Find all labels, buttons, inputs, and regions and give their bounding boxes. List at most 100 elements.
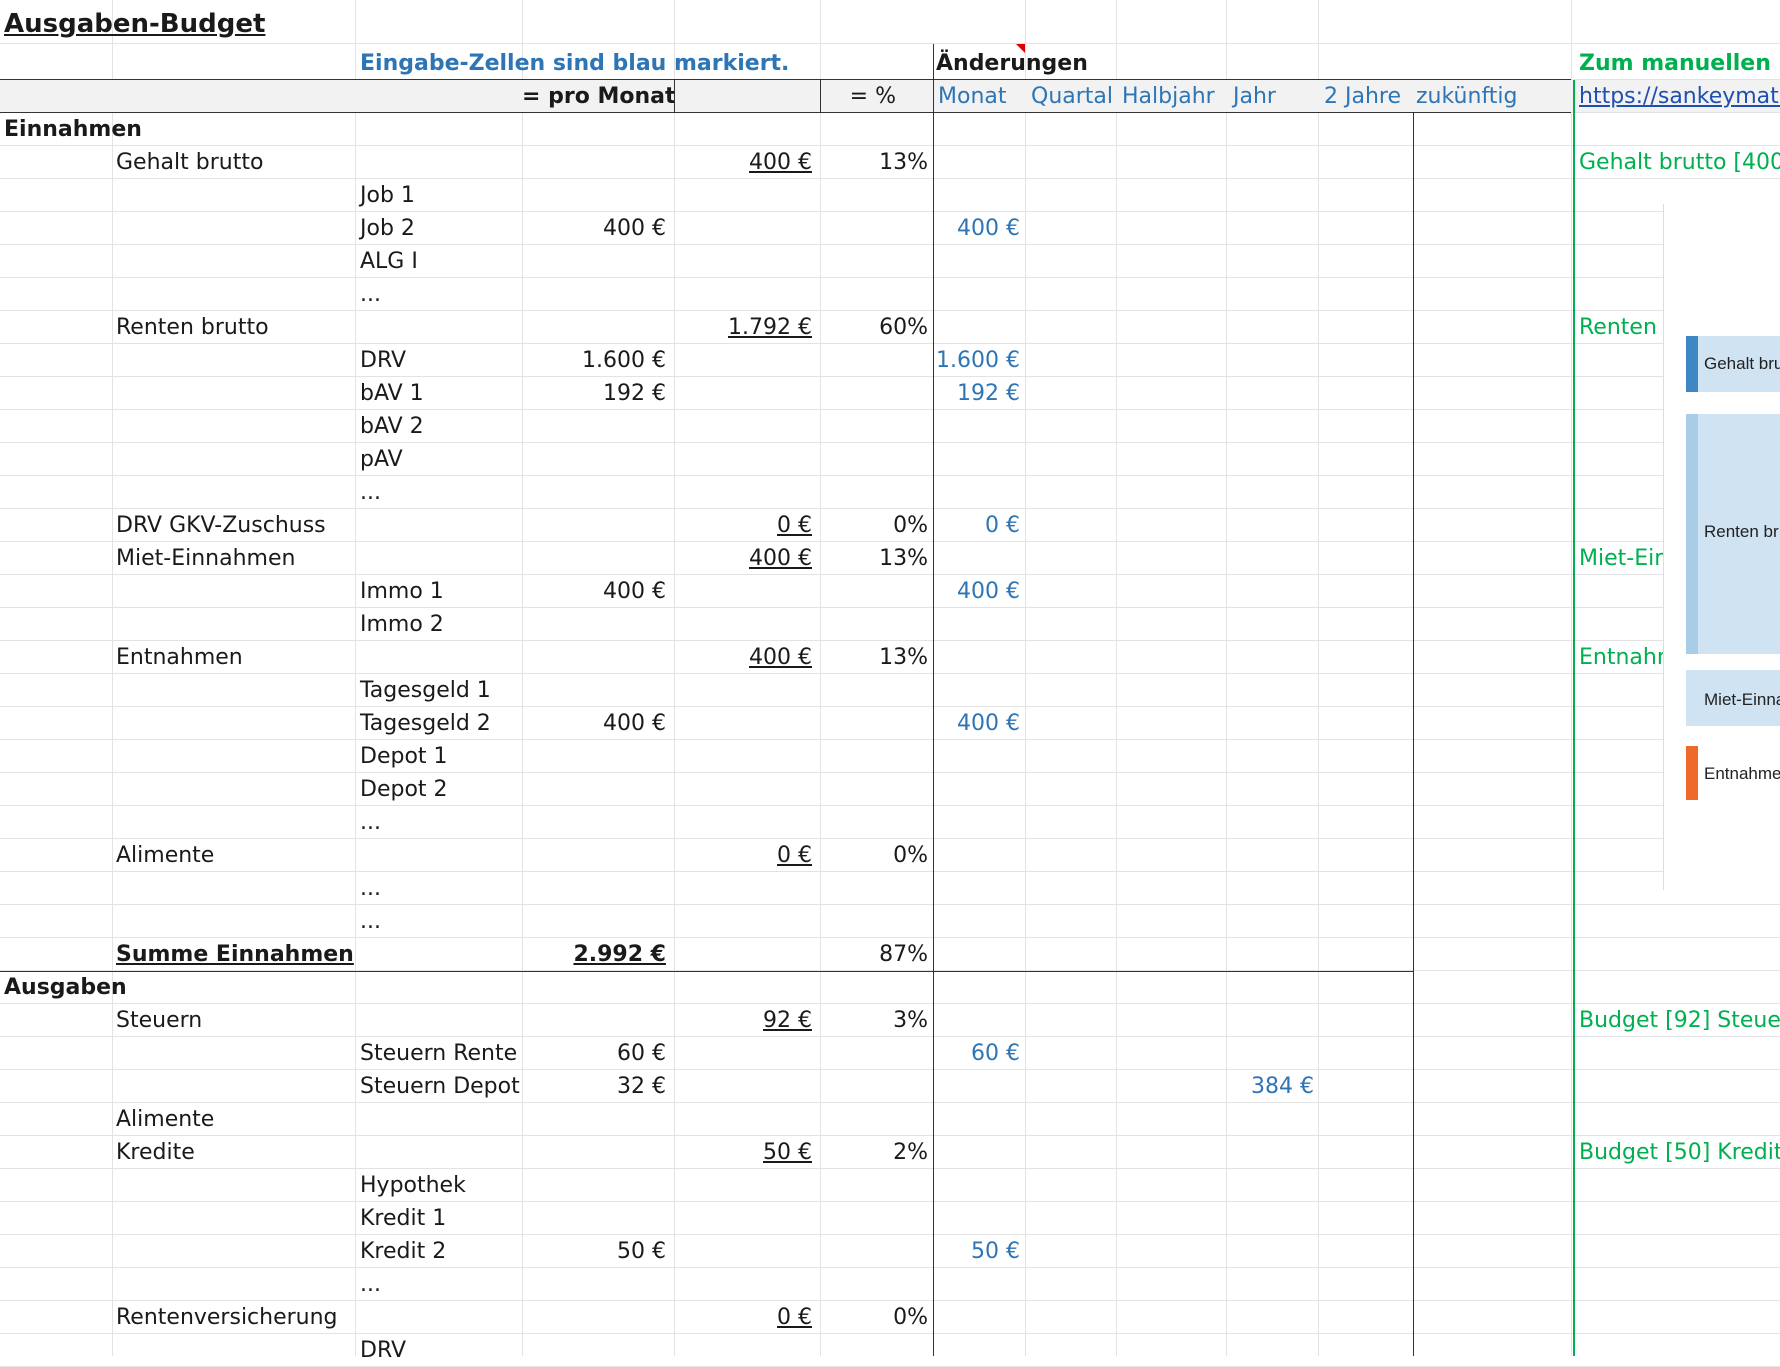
section-label-cell[interactable]: Einnahmen	[4, 113, 142, 145]
monthly-amount-cell[interactable]	[522, 674, 666, 706]
change-year-cell[interactable]	[1226, 179, 1314, 211]
category-cell[interactable]: Kredite	[116, 1136, 195, 1168]
change-month-cell[interactable]	[936, 1202, 1020, 1234]
group-total-cell[interactable]	[674, 608, 812, 640]
group-total-cell[interactable]	[674, 938, 812, 970]
item-cell[interactable]: Kredit 2	[360, 1235, 446, 1267]
change-year-cell[interactable]	[1226, 311, 1314, 343]
group-total-cell[interactable]	[674, 806, 812, 838]
monthly-amount-cell[interactable]	[522, 1202, 666, 1234]
change-month-cell[interactable]	[936, 1268, 1020, 1300]
item-cell[interactable]: Steuern Depot	[360, 1070, 520, 1102]
change-month-cell[interactable]	[936, 1334, 1020, 1366]
percent-cell[interactable]	[820, 476, 928, 508]
group-total-cell[interactable]	[674, 1169, 812, 1201]
change-month-cell[interactable]	[936, 608, 1020, 640]
monthly-amount-cell[interactable]	[522, 179, 666, 211]
monthly-amount-cell[interactable]	[522, 1136, 666, 1168]
item-cell[interactable]: Tagesgeld 2	[360, 707, 491, 739]
change-year-cell[interactable]	[1226, 1169, 1314, 1201]
monthly-amount-cell[interactable]	[522, 509, 666, 541]
monthly-amount-cell[interactable]	[522, 1268, 666, 1300]
group-total-cell[interactable]	[674, 872, 812, 904]
group-total-cell[interactable]	[674, 1103, 812, 1135]
item-cell[interactable]: DRV	[360, 1334, 406, 1366]
category-cell[interactable]: DRV GKV-Zuschuss	[116, 509, 326, 541]
category-cell[interactable]: Summe Einnahmen	[116, 938, 354, 970]
change-year-cell[interactable]	[1226, 905, 1314, 937]
percent-cell[interactable]: 2%	[820, 1136, 928, 1168]
change-month-cell[interactable]	[936, 905, 1020, 937]
percent-cell[interactable]: 0%	[820, 839, 928, 871]
percent-cell[interactable]: 0%	[820, 509, 928, 541]
group-total-cell[interactable]: 0 €	[674, 1301, 812, 1333]
monthly-amount-cell[interactable]	[522, 410, 666, 442]
change-month-cell[interactable]	[936, 1169, 1020, 1201]
monthly-amount-cell[interactable]	[522, 245, 666, 277]
group-total-cell[interactable]	[674, 1334, 812, 1366]
item-cell[interactable]: ...	[360, 1268, 381, 1300]
change-month-cell[interactable]: 1.600 €	[936, 344, 1020, 376]
item-cell[interactable]: Kredit 1	[360, 1202, 446, 1234]
group-total-cell[interactable]	[674, 971, 812, 1003]
group-total-cell[interactable]	[674, 179, 812, 211]
group-total-cell[interactable]	[674, 212, 812, 244]
category-cell[interactable]: Rentenversicherung	[116, 1301, 338, 1333]
change-month-cell[interactable]	[936, 1070, 1020, 1102]
sankey-line-cell[interactable]: Gehalt brutto [400]	[1579, 146, 1780, 178]
monthly-amount-cell[interactable]	[522, 1301, 666, 1333]
item-cell[interactable]: Depot 2	[360, 773, 448, 805]
change-year-cell[interactable]: 384 €	[1226, 1070, 1314, 1102]
change-month-cell[interactable]: 400 €	[936, 575, 1020, 607]
change-month-cell[interactable]	[936, 839, 1020, 871]
change-month-cell[interactable]	[936, 410, 1020, 442]
percent-cell[interactable]	[820, 575, 928, 607]
percent-cell[interactable]	[820, 1070, 928, 1102]
change-month-cell[interactable]	[936, 245, 1020, 277]
change-year-cell[interactable]	[1226, 806, 1314, 838]
monthly-amount-cell[interactable]	[522, 146, 666, 178]
monthly-amount-cell[interactable]	[522, 1103, 666, 1135]
percent-cell[interactable]	[820, 773, 928, 805]
group-total-cell[interactable]: 0 €	[674, 509, 812, 541]
header-percent[interactable]: = %	[820, 80, 896, 112]
change-year-cell[interactable]	[1226, 674, 1314, 706]
group-total-cell[interactable]: 400 €	[674, 641, 812, 673]
group-total-cell[interactable]	[674, 1202, 812, 1234]
percent-cell[interactable]	[820, 377, 928, 409]
change-month-cell[interactable]: 192 €	[936, 377, 1020, 409]
header-2-jahre[interactable]: 2 Jahre	[1324, 80, 1401, 112]
change-year-cell[interactable]	[1226, 707, 1314, 739]
change-year-cell[interactable]	[1226, 1235, 1314, 1267]
percent-cell[interactable]	[820, 674, 928, 706]
monthly-amount-cell[interactable]	[522, 971, 666, 1003]
percent-cell[interactable]	[820, 245, 928, 277]
change-month-cell[interactable]	[936, 278, 1020, 310]
change-year-cell[interactable]	[1226, 245, 1314, 277]
change-year-cell[interactable]	[1226, 1136, 1314, 1168]
group-total-cell[interactable]	[674, 575, 812, 607]
item-cell[interactable]: Depot 1	[360, 740, 448, 772]
category-cell[interactable]: Renten brutto	[116, 311, 269, 343]
item-cell[interactable]: DRV	[360, 344, 406, 376]
change-month-cell[interactable]	[936, 179, 1020, 211]
change-year-cell[interactable]	[1226, 1103, 1314, 1135]
change-year-cell[interactable]	[1226, 542, 1314, 574]
change-year-cell[interactable]	[1226, 212, 1314, 244]
monthly-amount-cell[interactable]	[522, 806, 666, 838]
change-month-cell[interactable]	[936, 311, 1020, 343]
percent-cell[interactable]	[820, 344, 928, 376]
monthly-amount-cell[interactable]: 2.992 €	[522, 938, 666, 970]
percent-cell[interactable]	[820, 179, 928, 211]
changes-label[interactable]: Änderungen	[936, 44, 1088, 79]
item-cell[interactable]: Immo 2	[360, 608, 444, 640]
change-month-cell[interactable]	[936, 1004, 1020, 1036]
item-cell[interactable]: Immo 1	[360, 575, 444, 607]
section-label-cell[interactable]: Ausgaben	[4, 971, 127, 1003]
monthly-amount-cell[interactable]: 400 €	[522, 707, 666, 739]
change-month-cell[interactable]: 400 €	[936, 707, 1020, 739]
change-year-cell[interactable]	[1226, 1037, 1314, 1069]
item-cell[interactable]: Job 1	[360, 179, 415, 211]
group-total-cell[interactable]	[674, 476, 812, 508]
percent-cell[interactable]	[820, 278, 928, 310]
